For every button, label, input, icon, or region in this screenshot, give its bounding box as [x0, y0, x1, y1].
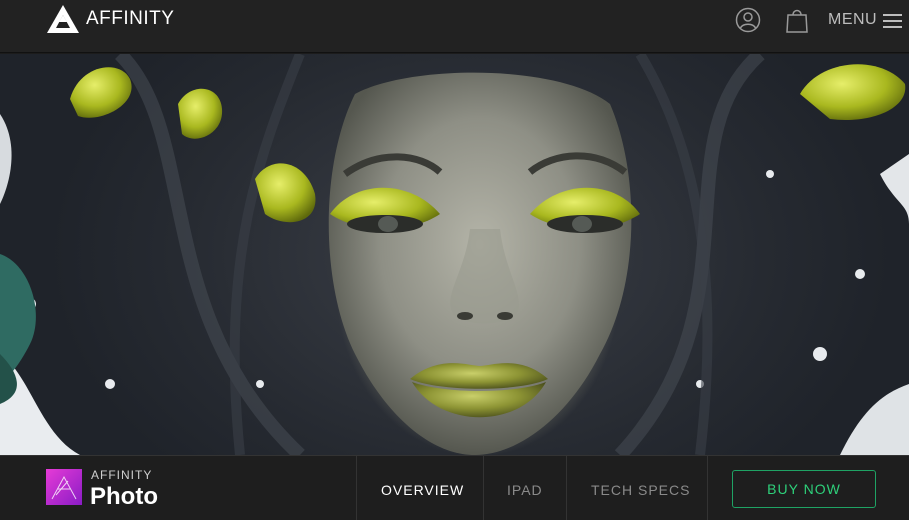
nav-tech-specs-tab[interactable]: TECH SPECS	[591, 482, 690, 498]
nav-divider	[566, 456, 567, 520]
hero-artwork	[0, 54, 909, 455]
product-brand: AFFINITY	[91, 468, 153, 482]
nav-overview-tab[interactable]: OVERVIEW	[381, 482, 464, 498]
menu-button[interactable]: MENU	[828, 11, 877, 29]
product-name: Photo	[90, 483, 158, 510]
hero-illustration	[0, 54, 909, 455]
nav-divider	[707, 456, 708, 520]
cart-icon[interactable]	[785, 7, 809, 33]
product-bar: AFFINITY Photo OVERVIEW IPAD TECH SPECS …	[0, 455, 909, 520]
nav-ipad-tab[interactable]: IPAD	[507, 482, 543, 498]
nav-divider	[483, 456, 484, 520]
buy-now-button[interactable]: BUY NOW	[732, 470, 876, 508]
affinity-photo-logo-icon[interactable]	[46, 469, 82, 505]
affinity-logo-icon	[47, 5, 79, 33]
brand-name: AFFINITY	[86, 8, 175, 29]
account-icon[interactable]	[735, 7, 761, 33]
nav-divider	[356, 456, 357, 520]
top-header: AFFINITY MENU	[0, 0, 909, 53]
affinity-home-link[interactable]: AFFINITY	[46, 4, 174, 34]
hamburger-icon[interactable]	[883, 14, 902, 28]
